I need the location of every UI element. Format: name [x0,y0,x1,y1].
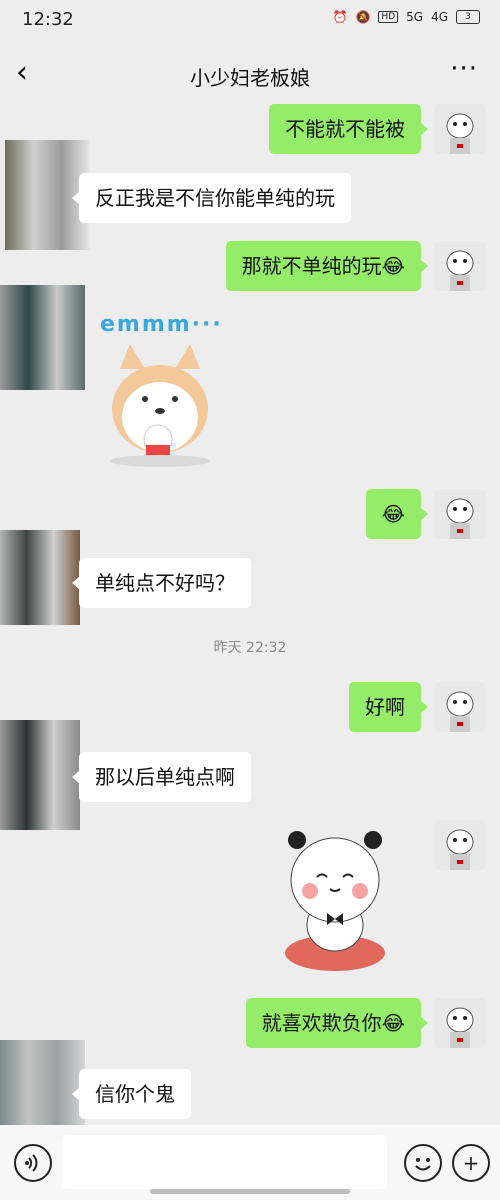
home-indicator [150,1189,350,1194]
message-bubble[interactable]: 😂 [365,489,429,539]
my-avatar[interactable] [435,241,485,291]
contact-avatar[interactable] [0,530,80,625]
hd-icon: HD [378,11,399,23]
message-bubble[interactable]: 反正我是不信你能单纯的玩 [72,173,351,223]
contact-avatar[interactable] [0,1040,85,1125]
message-bubble[interactable]: 那以后单纯点啊 [72,752,251,802]
status-time: 12:32 [22,9,74,30]
laugh-cry-emoji-icon: 😂 [381,502,405,526]
message-input[interactable] [62,1135,387,1189]
my-avatar[interactable] [435,998,485,1048]
battery-icon: 3 [456,10,480,24]
alarm-icon: ⏰ [332,10,348,24]
message-bubble[interactable]: 不能就不能被 [269,104,428,154]
my-avatar[interactable] [435,682,485,732]
status-icons: ⏰ 🔕 HD 5G 4G 3 [333,10,480,24]
dog-sticker[interactable]: emmm··· [100,312,230,472]
message-bubble[interactable]: 那就不单纯的玩😂 [225,241,429,291]
chat-title: 小少妇老板娘 [190,66,310,90]
voice-icon[interactable] [14,1144,52,1182]
my-avatar[interactable] [435,820,485,870]
laugh-cry-emoji-icon: 😂 [381,1011,405,1035]
panda-sticker[interactable] [275,825,395,975]
more-options-button[interactable]: ··· [450,54,478,84]
signal-4g: 4G [431,10,448,24]
my-avatar[interactable] [435,104,485,154]
sticker-caption: emmm··· [100,312,223,337]
contact-avatar[interactable] [0,285,85,390]
my-avatar[interactable] [435,489,485,539]
contact-avatar[interactable] [0,720,80,830]
mute-icon: 🔕 [355,10,371,24]
message-bubble[interactable]: 就喜欢欺负你😂 [245,998,429,1048]
timestamp: 昨天 22:32 [213,640,287,656]
emoji-icon[interactable] [404,1144,442,1182]
plus-icon[interactable]: + [452,1144,490,1182]
status-bar: 12:32 ⏰ 🔕 HD 5G 4G 3 [0,0,500,40]
message-bubble[interactable]: 好啊 [349,682,428,732]
message-bubble[interactable]: 单纯点不好吗？ [72,558,251,608]
message-bubble[interactable]: 信你个鬼 [72,1069,191,1119]
signal-5g: 5G [406,10,424,24]
laugh-cry-emoji-icon: 😂 [381,254,405,278]
chat-header: ‹ 小少妇老板娘 ··· [0,50,500,100]
